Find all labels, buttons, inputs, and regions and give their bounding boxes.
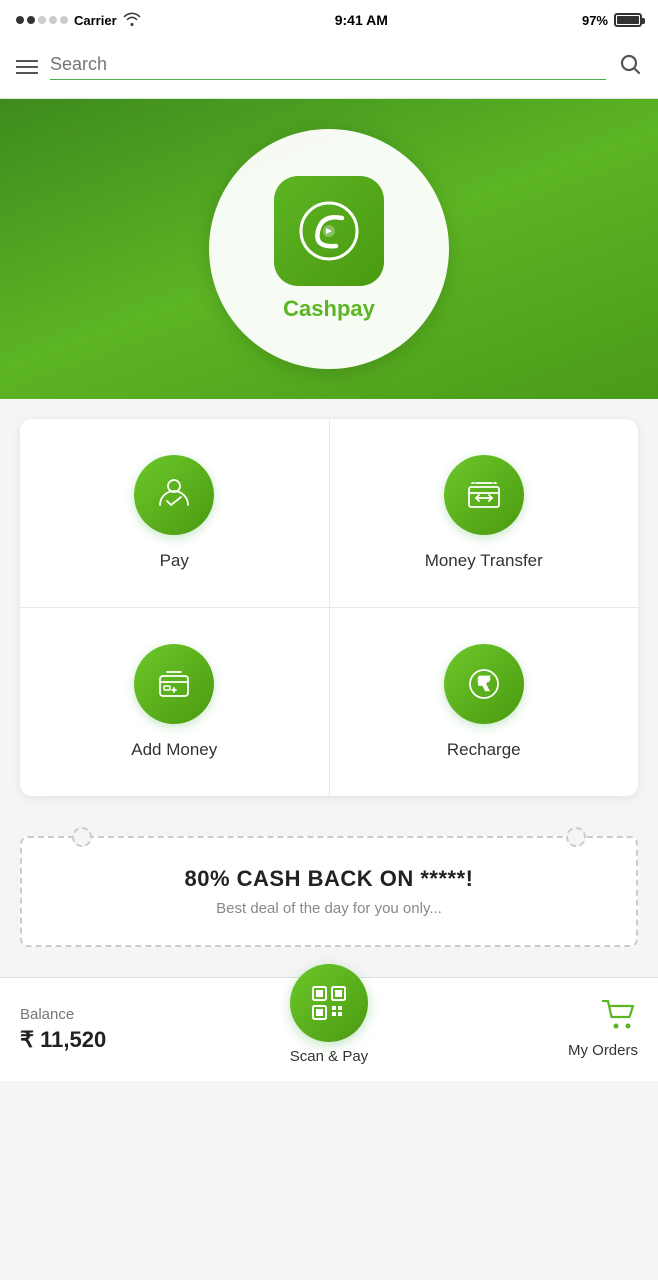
battery-icon	[614, 13, 642, 27]
status-time: 9:41 AM	[335, 12, 388, 28]
hero-section: Cashpay	[0, 99, 658, 399]
bottom-bar: Balance ₹ 11,520 Scan & Pay	[0, 977, 658, 1081]
hero-logo-circle: Cashpay	[209, 129, 449, 369]
promo-notch-left	[72, 827, 92, 847]
add-money-icon-circle	[134, 644, 214, 724]
search-bar	[0, 40, 658, 99]
recharge-icon-circle: ₹	[444, 644, 524, 724]
scan-pay-label: Scan & Pay	[290, 1048, 368, 1065]
hamburger-menu[interactable]	[16, 60, 38, 74]
battery-percent: 97%	[582, 13, 608, 28]
scan-pay-button[interactable]: Scan & Pay	[226, 994, 432, 1065]
add-money-button[interactable]: Add Money	[20, 608, 330, 796]
balance-section: Balance ₹ 11,520	[20, 1006, 226, 1053]
signal-dots	[16, 16, 68, 24]
money-transfer-button[interactable]: Money Transfer	[330, 419, 639, 607]
pay-button[interactable]: Pay	[20, 419, 330, 607]
recharge-label: Recharge	[447, 740, 521, 760]
money-transfer-label: Money Transfer	[425, 551, 543, 571]
status-right: 97%	[582, 13, 642, 28]
add-money-label: Add Money	[131, 740, 217, 760]
status-bar: Carrier 9:41 AM 97%	[0, 0, 658, 40]
promo-wrapper: 80% CASH BACK ON *****! Best deal of the…	[0, 816, 658, 967]
status-left: Carrier	[16, 12, 141, 29]
balance-amount: ₹ 11,520	[20, 1027, 226, 1053]
promo-title: 80% CASH BACK ON *****!	[42, 866, 616, 892]
search-button[interactable]	[618, 52, 642, 82]
grid-row-top: Pay Money Transfer	[20, 419, 638, 608]
promo-banner[interactable]: 80% CASH BACK ON *****! Best deal of the…	[20, 836, 638, 947]
search-input-wrapper	[50, 54, 606, 80]
carrier-text: Carrier	[74, 13, 117, 28]
recharge-button[interactable]: ₹ Recharge	[330, 608, 639, 796]
pay-label: Pay	[160, 551, 189, 571]
search-input[interactable]	[50, 54, 606, 75]
promo-subtitle: Best deal of the day for you only...	[42, 900, 616, 917]
pay-icon-circle	[134, 455, 214, 535]
money-transfer-icon-circle	[444, 455, 524, 535]
app-name: Cashpay	[283, 296, 375, 322]
promo-notch-right	[566, 827, 586, 847]
cashpay-logo-icon	[274, 176, 384, 286]
wifi-icon	[123, 12, 141, 29]
svg-text:₹: ₹	[478, 674, 490, 694]
my-orders-label: My Orders	[568, 1042, 638, 1059]
my-orders-icon	[602, 1000, 638, 1038]
balance-label: Balance	[20, 1006, 226, 1023]
scan-pay-icon-circle	[290, 964, 368, 1042]
main-grid-wrapper: Pay Money Transfer	[0, 399, 658, 816]
main-grid: Pay Money Transfer	[20, 419, 638, 796]
grid-row-bottom: Add Money ₹ Recharge	[20, 608, 638, 796]
my-orders-button[interactable]: My Orders	[432, 1000, 638, 1059]
